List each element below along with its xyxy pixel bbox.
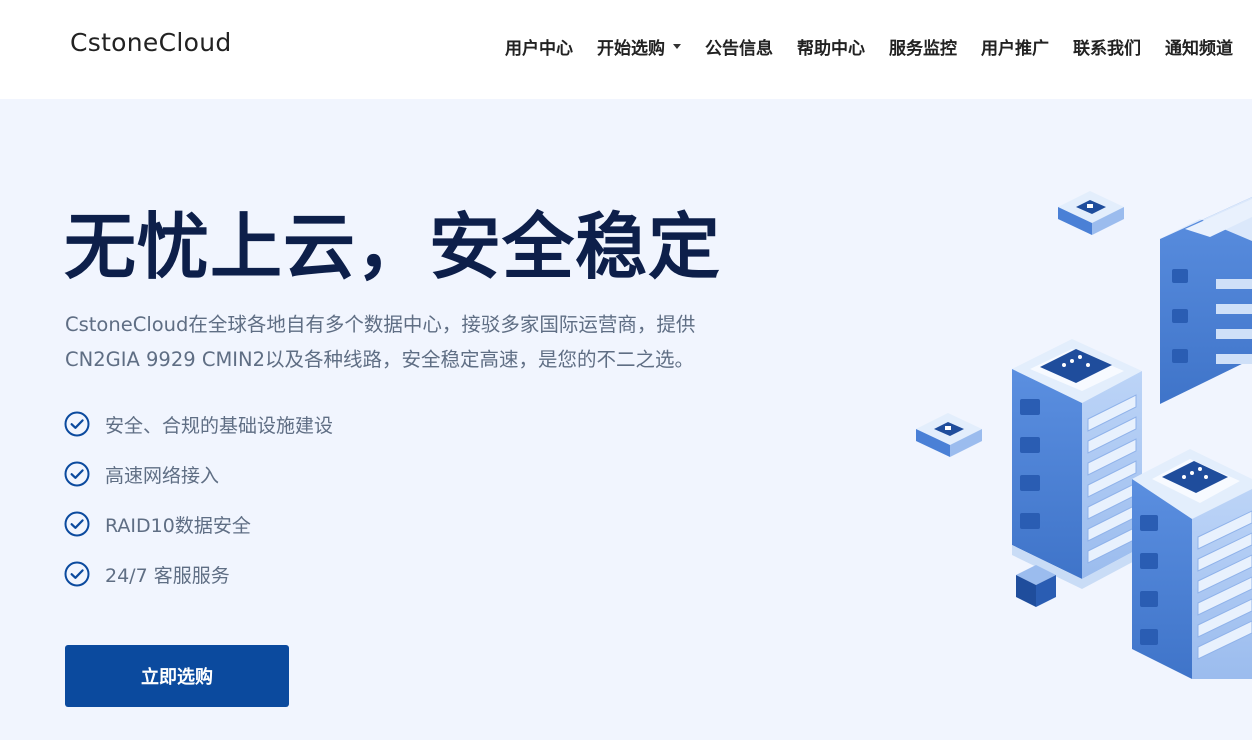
top-navbar: CstoneCloud 用户中心 开始选购 公告信息 帮助中心 服务监控 用户推… bbox=[0, 0, 1252, 99]
buy-now-button[interactable]: 立即选购 bbox=[65, 645, 289, 707]
site-logo[interactable]: CstoneCloud bbox=[70, 28, 232, 57]
check-circle-icon bbox=[64, 411, 90, 437]
nav-label: 联系我们 bbox=[1073, 38, 1141, 59]
floating-device-icon bbox=[916, 413, 982, 457]
feature-text: 高速网络接入 bbox=[105, 464, 220, 487]
nav-label: 公告信息 bbox=[705, 38, 773, 59]
check-circle-icon bbox=[64, 561, 90, 587]
feature-text: RAID10数据安全 bbox=[105, 514, 251, 537]
check-circle-icon bbox=[64, 511, 90, 537]
hero-title: 无忧上云，安全稳定 bbox=[64, 205, 722, 289]
nav-label: 通知频道 bbox=[1165, 38, 1233, 59]
feature-item: 安全、合规的基础设施建设 bbox=[64, 411, 333, 437]
nav-contact-us[interactable]: 联系我们 bbox=[1073, 34, 1141, 59]
nav-user-referral[interactable]: 用户推广 bbox=[981, 34, 1049, 59]
feature-list: 安全、合规的基础设施建设 高速网络接入 RAID10数据安全 24/7 客服服务 bbox=[64, 411, 333, 611]
nav-label: 用户推广 bbox=[981, 38, 1049, 59]
nav-label: 服务监控 bbox=[889, 38, 957, 59]
nav-service-monitor[interactable]: 服务监控 bbox=[889, 34, 957, 59]
server-rack-illustration bbox=[916, 191, 1252, 679]
check-circle-icon bbox=[64, 461, 90, 487]
nav-label: 用户中心 bbox=[505, 38, 573, 59]
nav-label: 开始选购 bbox=[597, 38, 665, 59]
main-nav: 用户中心 开始选购 公告信息 帮助中心 服务监控 用户推广 联系我们 通知频道 bbox=[505, 33, 1233, 59]
server-tower-back-icon bbox=[1160, 197, 1252, 404]
feature-item: 高速网络接入 bbox=[64, 461, 333, 487]
nav-announcements[interactable]: 公告信息 bbox=[705, 34, 773, 59]
server-tower-middle-icon bbox=[1012, 339, 1142, 589]
feature-text: 安全、合规的基础设施建设 bbox=[105, 414, 334, 437]
nav-user-center[interactable]: 用户中心 bbox=[505, 34, 573, 59]
nav-notification-channel[interactable]: 通知频道 bbox=[1165, 34, 1233, 59]
feature-item: RAID10数据安全 bbox=[64, 511, 333, 537]
hero-description: CstoneCloud在全球各地自有多个数据中心，接驳多家国际运营商，提供 CN… bbox=[65, 307, 785, 377]
feature-item: 24/7 客服服务 bbox=[64, 561, 333, 587]
caret-down-icon bbox=[673, 43, 681, 49]
nav-start-purchase-dropdown[interactable]: 开始选购 bbox=[597, 34, 681, 59]
nav-help-center[interactable]: 帮助中心 bbox=[797, 34, 865, 59]
hero-description-line-1: CstoneCloud在全球各地自有多个数据中心，接驳多家国际运营商，提供 bbox=[65, 313, 696, 336]
feature-text: 24/7 客服服务 bbox=[105, 564, 230, 587]
server-tower-front-icon bbox=[1132, 449, 1252, 679]
hero-section: 无忧上云，安全稳定 CstoneCloud在全球各地自有多个数据中心，接驳多家国… bbox=[0, 99, 1252, 740]
floating-device-icon bbox=[1058, 191, 1124, 235]
nav-label: 帮助中心 bbox=[797, 38, 865, 59]
hero-description-line-2: CN2GIA 9929 CMIN2以及各种线路，安全稳定高速，是您的不二之选。 bbox=[65, 348, 695, 371]
